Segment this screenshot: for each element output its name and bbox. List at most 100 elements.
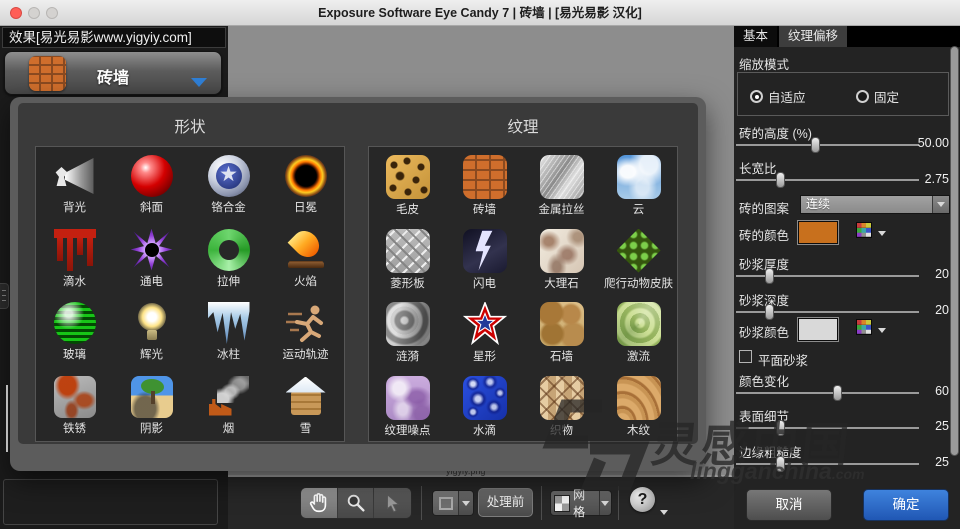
shape-item[interactable]: 玻璃 [36,294,113,368]
shape-item[interactable]: 辉光 [113,294,190,368]
help-button[interactable]: ? [630,487,655,512]
shape-item[interactable]: 通电 [113,221,190,295]
texture-item[interactable]: 星形 [446,294,523,368]
texture-item[interactable]: 金属拉丝 [523,147,600,221]
texture-item[interactable]: 大理石 [523,221,600,295]
zoom-button[interactable] [46,7,58,19]
brick-height-slider[interactable] [736,137,919,153]
shape-label: 通电 [113,273,190,289]
shape-label: 雪 [267,420,344,436]
texture-item[interactable]: 砖墙 [446,147,523,221]
shape-item[interactable]: 拉伸 [190,221,267,295]
texture-label: 云 [600,201,677,217]
shape-item[interactable]: 铁锈 [36,368,113,442]
texture-label: 纹理噪点 [369,422,446,438]
shape-item[interactable]: 铬合金 [190,147,267,221]
radio-adaptive[interactable]: 自适应 [750,87,806,106]
weave-icon [540,376,584,420]
before-view-button[interactable]: 处理前 [478,488,533,517]
texture-item[interactable]: 菱形板 [369,221,446,295]
glass-icon [54,302,96,344]
shape-item[interactable]: 日冕 [267,147,344,221]
cancel-button[interactable]: 取消 [746,489,832,521]
brick-pattern-value: 连续 [801,196,932,213]
tab-basic[interactable]: 基本 [734,26,777,47]
texture-item[interactable]: 涟漪 [369,294,446,368]
mortar-thickness-slider[interactable] [736,268,919,284]
surface-detail-slider[interactable] [736,420,919,436]
flat-mortar-row[interactable]: 平面砂浆 [734,350,960,366]
texture-item[interactable]: 织物 [523,368,600,442]
shape-item[interactable]: 阴影 [113,368,190,442]
effects-scrollbar[interactable] [6,385,8,452]
magnifier-icon [345,492,367,514]
texture-item[interactable]: 爬行动物皮肤 [600,221,677,295]
palette-icon[interactable] [856,319,872,335]
help-dropdown-caret[interactable] [660,510,668,515]
texture-item[interactable]: 激流 [600,294,677,368]
texture-item[interactable]: 水滴 [446,368,523,442]
slider-thumb[interactable] [811,137,820,153]
flat-mortar-checkbox[interactable] [739,350,752,363]
texture-item[interactable]: 闪电 [446,221,523,295]
star-icon [463,302,507,346]
shape-item[interactable]: 雪 [267,368,344,442]
corona-icon [285,155,327,197]
effect-selector-button[interactable]: 砖墙 [4,51,222,95]
slider-thumb[interactable] [765,304,774,320]
texture-label: 金属拉丝 [523,201,600,217]
brick-color-swatch[interactable] [798,221,838,244]
slider-thumb[interactable] [776,172,785,188]
tab-texture-offset[interactable]: 纹理偏移 [779,26,847,47]
preview-background-button[interactable] [432,490,474,516]
panel-collapse-tab[interactable] [0,283,9,309]
electrify-icon [131,229,173,271]
settings-tabstrip: 基本 纹理偏移 [734,26,960,47]
chevron-down-icon[interactable] [878,328,886,333]
slider-thumb[interactable] [765,268,774,284]
wood-grain-icon [617,376,661,420]
shape-item[interactable]: 滴水 [36,221,113,295]
shape-item[interactable]: 火焰 [267,221,344,295]
edge-roughness-value: 25 [899,455,949,469]
icicles-icon [208,302,250,344]
shape-item[interactable]: 背光 [36,147,113,221]
settings-scrollbar[interactable] [950,46,959,456]
brick-pattern-dropdown[interactable]: 连续 [800,195,950,214]
shadow-icon [131,376,173,418]
aspect-ratio-slider[interactable] [736,172,919,188]
zoom-tool[interactable] [338,488,375,518]
grid-dropdown[interactable] [599,491,611,515]
select-tool[interactable] [374,488,411,518]
background-dropdown[interactable] [458,491,473,515]
arrow-icon [382,492,404,514]
slider-thumb[interactable] [833,385,842,401]
radio-icon [750,90,763,103]
ok-button[interactable]: 确定 [863,489,949,521]
shape-item[interactable]: 冰柱 [190,294,267,368]
hand-tool[interactable] [301,488,338,518]
palette-icon[interactable] [856,222,872,238]
shape-item[interactable]: 烟 [190,368,267,442]
shape-item[interactable]: 运动轨迹 [267,294,344,368]
color-variation-slider[interactable] [736,385,919,401]
minimize-button[interactable] [28,7,40,19]
texture-item[interactable]: 纹理噪点 [369,368,446,442]
close-button[interactable] [10,7,22,19]
chevron-down-icon[interactable] [878,231,886,236]
texture-item[interactable]: 毛皮 [369,147,446,221]
slider-thumb[interactable] [776,420,785,436]
slider-thumb[interactable] [776,456,785,472]
ripples-icon [386,302,430,346]
grid-toggle-button[interactable]: 网格 [550,490,612,516]
texture-item[interactable]: 云 [600,147,677,221]
shape-item[interactable]: 斜面 [113,147,190,221]
glow-icon [131,302,173,344]
hand-icon [308,492,330,514]
textures-grid: 毛皮 砖墙 金属拉丝 云 菱形板 [368,146,678,442]
mortar-color-swatch[interactable] [798,318,838,341]
texture-item[interactable]: 石墙 [523,294,600,368]
radio-fixed[interactable]: 固定 [856,87,899,106]
edge-roughness-slider[interactable] [736,456,919,472]
texture-item[interactable]: 木纹 [600,368,677,442]
